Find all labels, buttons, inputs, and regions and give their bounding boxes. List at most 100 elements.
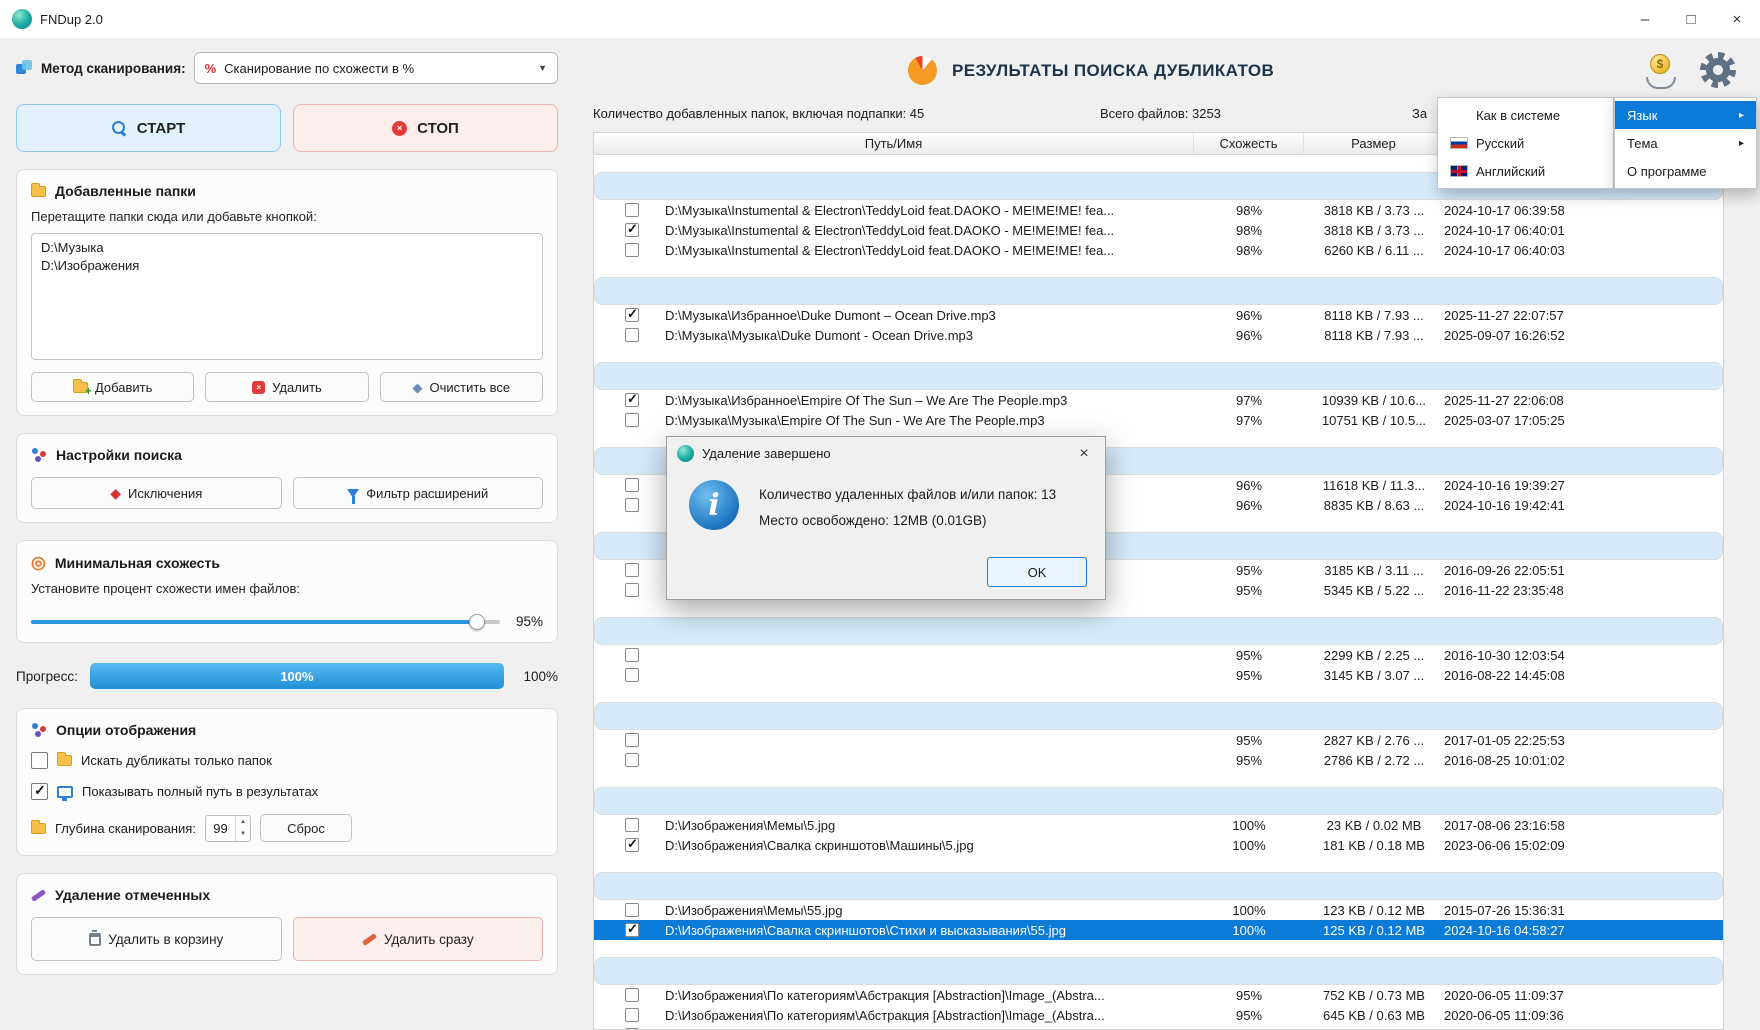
spin-down-icon[interactable]: ▼ bbox=[236, 828, 250, 841]
full-path-checkbox[interactable] bbox=[31, 783, 48, 800]
duplicate-group-row[interactable]: ▼Группа дубликатов 7 (2 файлов) bbox=[594, 702, 1723, 730]
folder-list[interactable]: D:\МузыкаD:\Изображения bbox=[31, 233, 543, 360]
duplicate-group-row[interactable]: ▼Группа дубликатов 6 (2 файлов) bbox=[594, 617, 1723, 645]
size-value: 3145 KB / 3.07 ... bbox=[1304, 665, 1444, 685]
file-checkbox[interactable] bbox=[625, 328, 639, 342]
duplicate-file-row[interactable]: D:\Музыка\Музыка\Duke Dumont - Ocean Dri… bbox=[594, 325, 1723, 345]
file-checkbox[interactable] bbox=[625, 203, 639, 217]
file-checkbox[interactable] bbox=[625, 243, 639, 257]
date-value: 2020-06-05 11:09:36 bbox=[1444, 1005, 1609, 1025]
scan-method-dropdown[interactable]: % Сканирование по схожести в % ▼ bbox=[194, 52, 558, 84]
file-checkbox[interactable] bbox=[625, 753, 639, 767]
delete-to-trash-button[interactable]: Удалить в корзину bbox=[31, 917, 282, 961]
file-checkbox[interactable] bbox=[625, 988, 639, 1002]
duplicate-group-row[interactable]: ▼Группа дубликатов 2 (2 файлов) bbox=[594, 277, 1723, 305]
duplicate-file-row[interactable]: D:\Изображения\Мемы\5.jpg100%23 KB / 0.0… bbox=[594, 815, 1723, 835]
file-checkbox[interactable] bbox=[625, 923, 639, 937]
dialog-line1: Количество удаленных файлов и/или папок:… bbox=[759, 482, 1056, 508]
file-checkbox[interactable] bbox=[625, 818, 639, 832]
submenu-item[interactable]: Русский bbox=[1438, 129, 1613, 157]
start-button[interactable]: СТАРТ bbox=[16, 104, 281, 152]
duplicate-file-row[interactable]: 95%2786 KB / 2.72 ...2016-08-25 10:01:02 bbox=[594, 750, 1723, 770]
column-header-similarity[interactable]: Схожесть bbox=[1194, 133, 1304, 154]
file-path: D:\Музыка\Музыка\Empire Of The Sun - We … bbox=[665, 413, 1045, 428]
file-path-cell: D:\Изображения\По категориям\Абстракция … bbox=[594, 1025, 1194, 1030]
file-checkbox[interactable] bbox=[625, 563, 639, 577]
delete-now-button[interactable]: Удалить сразу bbox=[293, 917, 544, 961]
similarity-value: 96% bbox=[1194, 495, 1304, 515]
menu-item[interactable]: Язык▸ bbox=[1615, 101, 1756, 129]
ok-button[interactable]: OK bbox=[987, 557, 1087, 587]
remove-folder-button[interactable]: ×Удалить bbox=[205, 372, 368, 402]
similarity-value: 98% bbox=[1194, 240, 1304, 260]
add-folder-button[interactable]: Добавить bbox=[31, 372, 194, 402]
depth-folder-icon bbox=[31, 823, 46, 834]
folders-only-checkbox[interactable] bbox=[31, 752, 48, 769]
file-checkbox[interactable] bbox=[625, 733, 639, 747]
similarity-slider[interactable] bbox=[31, 620, 500, 624]
duplicate-group-row[interactable]: ▼Группа дубликатов 10 (23 файлов) bbox=[594, 957, 1723, 985]
file-checkbox[interactable] bbox=[625, 903, 639, 917]
duplicate-file-row[interactable]: D:\Музыка\Избранное\Empire Of The Sun – … bbox=[594, 390, 1723, 410]
file-path: D:\Музыка\Instumental & Electron\TeddyLo… bbox=[665, 203, 1114, 218]
duplicate-file-row[interactable]: D:\Музыка\Instumental & Electron\TeddyLo… bbox=[594, 200, 1723, 220]
info-icon: i bbox=[689, 480, 739, 530]
duplicate-file-row[interactable]: D:\Изображения\Мемы\55.jpg100%123 KB / 0… bbox=[594, 900, 1723, 920]
donate-icon[interactable]: $ bbox=[1642, 52, 1682, 92]
duplicate-file-row[interactable]: D:\Музыка\Избранное\Duke Dumont – Ocean … bbox=[594, 305, 1723, 325]
file-checkbox[interactable] bbox=[625, 838, 639, 852]
duplicate-file-row[interactable]: 95%3145 KB / 3.07 ...2016-08-22 14:45:08 bbox=[594, 665, 1723, 685]
file-checkbox[interactable] bbox=[625, 393, 639, 407]
column-header-size[interactable]: Размер bbox=[1304, 133, 1444, 154]
file-checkbox[interactable] bbox=[625, 478, 639, 492]
duplicate-file-row[interactable]: D:\Изображения\По категориям\Абстракция … bbox=[594, 985, 1723, 1005]
submenu-item[interactable]: Как в системе bbox=[1438, 101, 1613, 129]
menu-item[interactable]: Тема▸ bbox=[1615, 129, 1756, 157]
file-path: D:\Музыка\Instumental & Electron\TeddyLo… bbox=[665, 223, 1114, 238]
duplicate-file-row[interactable]: D:\Музыка\Instumental & Electron\TeddyLo… bbox=[594, 240, 1723, 260]
submenu-item-label: Русский bbox=[1476, 136, 1524, 151]
duplicate-file-row[interactable]: D:\Изображения\По категориям\Абстракция … bbox=[594, 1025, 1723, 1030]
stop-button[interactable]: × СТОП bbox=[293, 104, 558, 152]
depth-spinner[interactable]: 99 ▲▼ bbox=[205, 815, 251, 842]
duplicate-group-row[interactable]: ▼Группа дубликатов 8 (2 файлов) bbox=[594, 787, 1723, 815]
file-checkbox[interactable] bbox=[625, 583, 639, 597]
file-checkbox[interactable] bbox=[625, 668, 639, 682]
duplicate-file-row[interactable]: D:\Изображения\По категориям\Абстракция … bbox=[594, 1005, 1723, 1025]
duplicate-group-row[interactable]: ▼Группа дубликатов 3 (2 файлов) bbox=[594, 362, 1723, 390]
duplicate-group-row[interactable]: ▼Группа дубликатов 9 (2 файлов) bbox=[594, 872, 1723, 900]
file-checkbox[interactable] bbox=[625, 308, 639, 322]
clear-all-button[interactable]: ◆Очистить все bbox=[380, 372, 543, 402]
row-filler bbox=[1609, 580, 1723, 600]
file-checkbox[interactable] bbox=[625, 413, 639, 427]
settings-gear-icon[interactable] bbox=[1700, 52, 1736, 88]
close-button[interactable]: × bbox=[1714, 0, 1760, 38]
duplicate-file-row[interactable]: D:\Изображения\Свалка скриншотов\Стихи и… bbox=[594, 920, 1723, 940]
file-checkbox[interactable] bbox=[625, 223, 639, 237]
dialog-close-icon[interactable]: × bbox=[1063, 437, 1105, 470]
extension-filter-button[interactable]: Фильтр расширений bbox=[293, 477, 544, 509]
file-checkbox[interactable] bbox=[625, 498, 639, 512]
spin-up-icon[interactable]: ▲ bbox=[236, 816, 250, 829]
menu-item[interactable]: О программе bbox=[1615, 157, 1756, 185]
column-header-path[interactable]: Путь/Имя bbox=[594, 133, 1194, 154]
file-checkbox[interactable] bbox=[625, 1008, 639, 1022]
duplicate-file-row[interactable]: D:\Музыка\Музыка\Empire Of The Sun - We … bbox=[594, 410, 1723, 430]
duplicate-file-row[interactable]: D:\Музыка\Instumental & Electron\TeddyLo… bbox=[594, 220, 1723, 240]
file-path-cell: D:\Музыка\Музыка\Duke Dumont - Ocean Dri… bbox=[594, 325, 1194, 345]
submenu-item[interactable]: Английский bbox=[1438, 157, 1613, 185]
reset-button[interactable]: Сброс bbox=[260, 814, 352, 842]
folder-list-item[interactable]: D:\Музыка bbox=[41, 239, 533, 257]
similarity-value: 100% bbox=[1194, 900, 1304, 920]
maximize-button[interactable]: □ bbox=[1668, 0, 1714, 38]
folder-list-item[interactable]: D:\Изображения bbox=[41, 257, 533, 275]
file-checkbox[interactable] bbox=[625, 648, 639, 662]
duplicate-file-row[interactable]: 95%2299 KB / 2.25 ...2016-10-30 12:03:54 bbox=[594, 645, 1723, 665]
duplicate-file-row[interactable]: D:\Изображения\Свалка скриншотов\Машины\… bbox=[594, 835, 1723, 855]
exclusions-button[interactable]: ◆Исключения bbox=[31, 477, 282, 509]
minimize-button[interactable]: – bbox=[1622, 0, 1668, 38]
slider-thumb[interactable] bbox=[469, 614, 485, 630]
left-panel: Метод сканирования: % Сканирование по сх… bbox=[16, 50, 558, 975]
duplicate-file-row[interactable]: 95%2827 KB / 2.76 ...2017-01-05 22:25:53 bbox=[594, 730, 1723, 750]
stat-truncated: За bbox=[1412, 106, 1427, 121]
